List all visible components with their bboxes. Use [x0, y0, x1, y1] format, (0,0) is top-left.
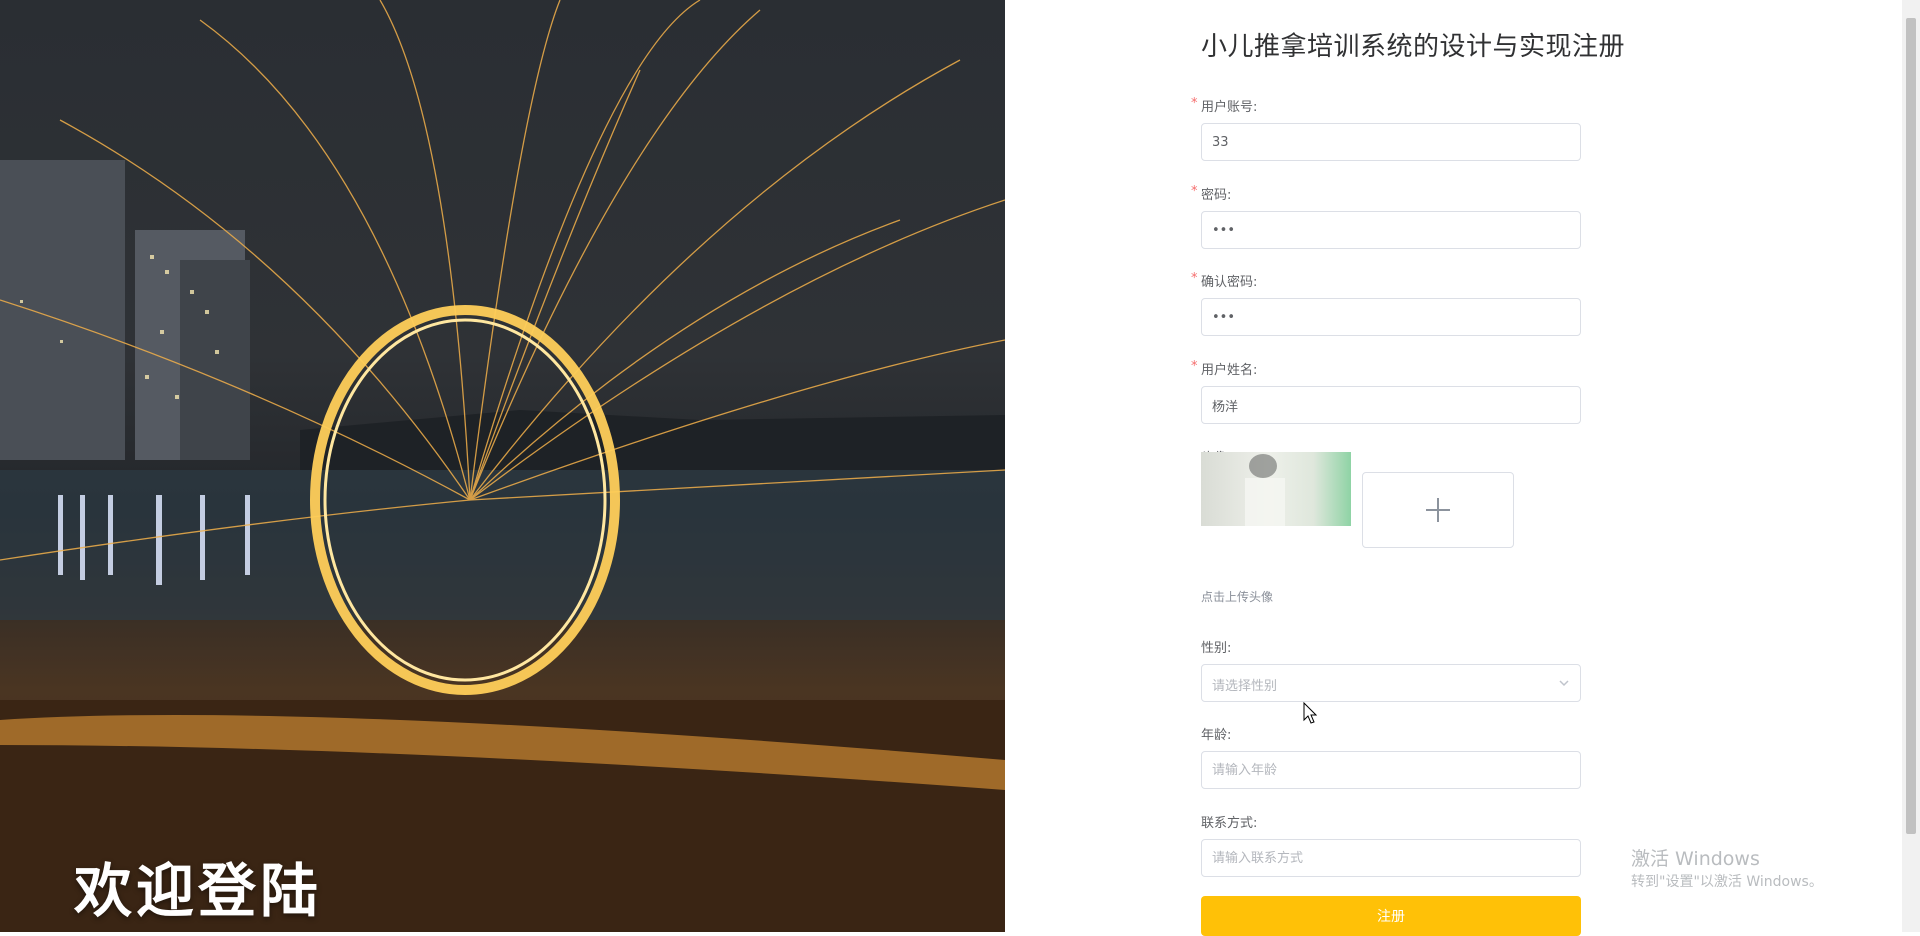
windows-activation-watermark-title: 激活 Windows [1631, 848, 1760, 870]
confirm-password-label: * 确认密码: [1191, 271, 1258, 290]
hero-fireworks-image [0, 0, 1005, 932]
hero-welcome-title: 欢迎登陆 [74, 857, 323, 925]
password-input[interactable] [1201, 211, 1581, 249]
password-label: * 密码: [1191, 184, 1232, 203]
gender-select-placeholder: 请选择性别 [1212, 679, 1278, 694]
contact-label: 联系方式: [1201, 816, 1258, 831]
plus-icon [1426, 498, 1450, 522]
age-label: 年龄: [1201, 728, 1232, 743]
chevron-down-icon [1559, 680, 1569, 687]
gender-label: 性别: [1201, 641, 1232, 656]
name-label: * 用户姓名: [1191, 359, 1258, 378]
page-scrollbar[interactable] [1902, 0, 1920, 932]
required-mark: * [1191, 359, 1198, 374]
avatar-preview-image [1245, 454, 1285, 526]
register-button[interactable]: 注册 [1201, 896, 1581, 936]
account-input[interactable] [1201, 123, 1581, 161]
required-mark: * [1191, 96, 1198, 111]
page-title: 小儿推拿培训系统的设计与实现注册 [1201, 32, 1626, 62]
avatar-upload-hint: 点击上传头像 [1201, 590, 1274, 604]
hero-image-panel: 欢迎登陆 [0, 0, 1005, 932]
register-form: 小儿推拿培训系统的设计与实现注册 * 用户账号: * 密码: * 确认密码: *… [1005, 0, 1902, 936]
account-label: * 用户账号: [1191, 96, 1258, 115]
mouse-cursor-icon [1303, 702, 1317, 724]
gender-select[interactable]: 请选择性别 [1201, 664, 1581, 702]
avatar-upload-button[interactable] [1362, 472, 1514, 548]
confirm-password-input[interactable] [1201, 298, 1581, 336]
scrollbar-thumb[interactable] [1906, 18, 1916, 834]
name-input[interactable] [1201, 386, 1581, 424]
age-input[interactable] [1201, 751, 1581, 789]
contact-input[interactable] [1201, 839, 1581, 877]
avatar-preview[interactable] [1201, 452, 1351, 526]
required-mark: * [1191, 184, 1198, 199]
windows-activation-watermark-subtitle: 转到"设置"以激活 Windows。 [1631, 874, 1823, 890]
required-mark: * [1191, 271, 1198, 286]
